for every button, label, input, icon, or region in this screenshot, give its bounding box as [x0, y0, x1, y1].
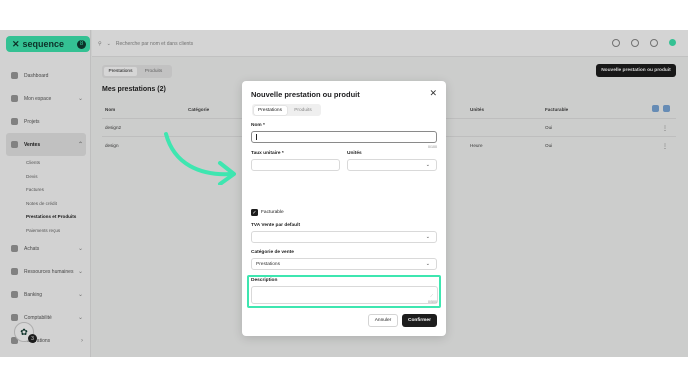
tva-select[interactable]: ⌄ — [251, 231, 437, 243]
close-icon[interactable]: ✕ — [429, 89, 437, 98]
modal-tab-produits[interactable]: Produits — [287, 106, 320, 115]
new-prestation-modal: Nouvelle prestation ou produit ✕ Prestat… — [242, 81, 446, 336]
confirm-button[interactable]: Confirmer — [402, 314, 437, 327]
modal-title: Nouvelle prestation ou produit — [251, 90, 360, 99]
cancel-button[interactable]: Annuler — [368, 314, 398, 327]
modal-tab-prestations[interactable]: Prestations — [253, 105, 287, 115]
categorie-select[interactable]: Prestations ⌄ — [251, 258, 437, 270]
chevron-down-icon: ⌄ — [425, 162, 430, 168]
tva-label: TVA Vente par default — [251, 223, 301, 228]
description-char-counter: 0/500 — [428, 300, 437, 304]
nom-input[interactable] — [251, 131, 437, 143]
nom-char-counter: 0/100 — [428, 145, 437, 149]
facturable-checkbox[interactable]: ✓ — [251, 209, 258, 216]
description-label: Description — [251, 278, 278, 283]
facturable-label: Facturable — [261, 210, 284, 215]
text-caret — [256, 134, 257, 140]
modal-tabs: Prestations Produits — [252, 104, 321, 116]
chevron-down-icon: ⌄ — [425, 234, 430, 240]
categorie-value: Prestations — [256, 261, 280, 267]
taux-label: Taux unitaire * — [251, 151, 284, 156]
unites-label: Unités — [347, 151, 362, 156]
nom-label: Nom * — [251, 123, 265, 128]
taux-unitaire-input[interactable] — [251, 159, 340, 171]
resize-handle-icon[interactable]: ⟋ — [430, 293, 433, 298]
app-frame: ✕ sequence 8 Dashboard Mon espace ⌄ Proj… — [0, 30, 688, 357]
description-textarea[interactable]: ⟋ — [251, 286, 438, 304]
annotation-arrow-icon — [164, 132, 236, 185]
unites-select[interactable]: ⌄ — [347, 159, 437, 171]
chevron-down-icon: ⌄ — [425, 261, 430, 267]
categorie-label: Catégorie de vente — [251, 250, 294, 255]
